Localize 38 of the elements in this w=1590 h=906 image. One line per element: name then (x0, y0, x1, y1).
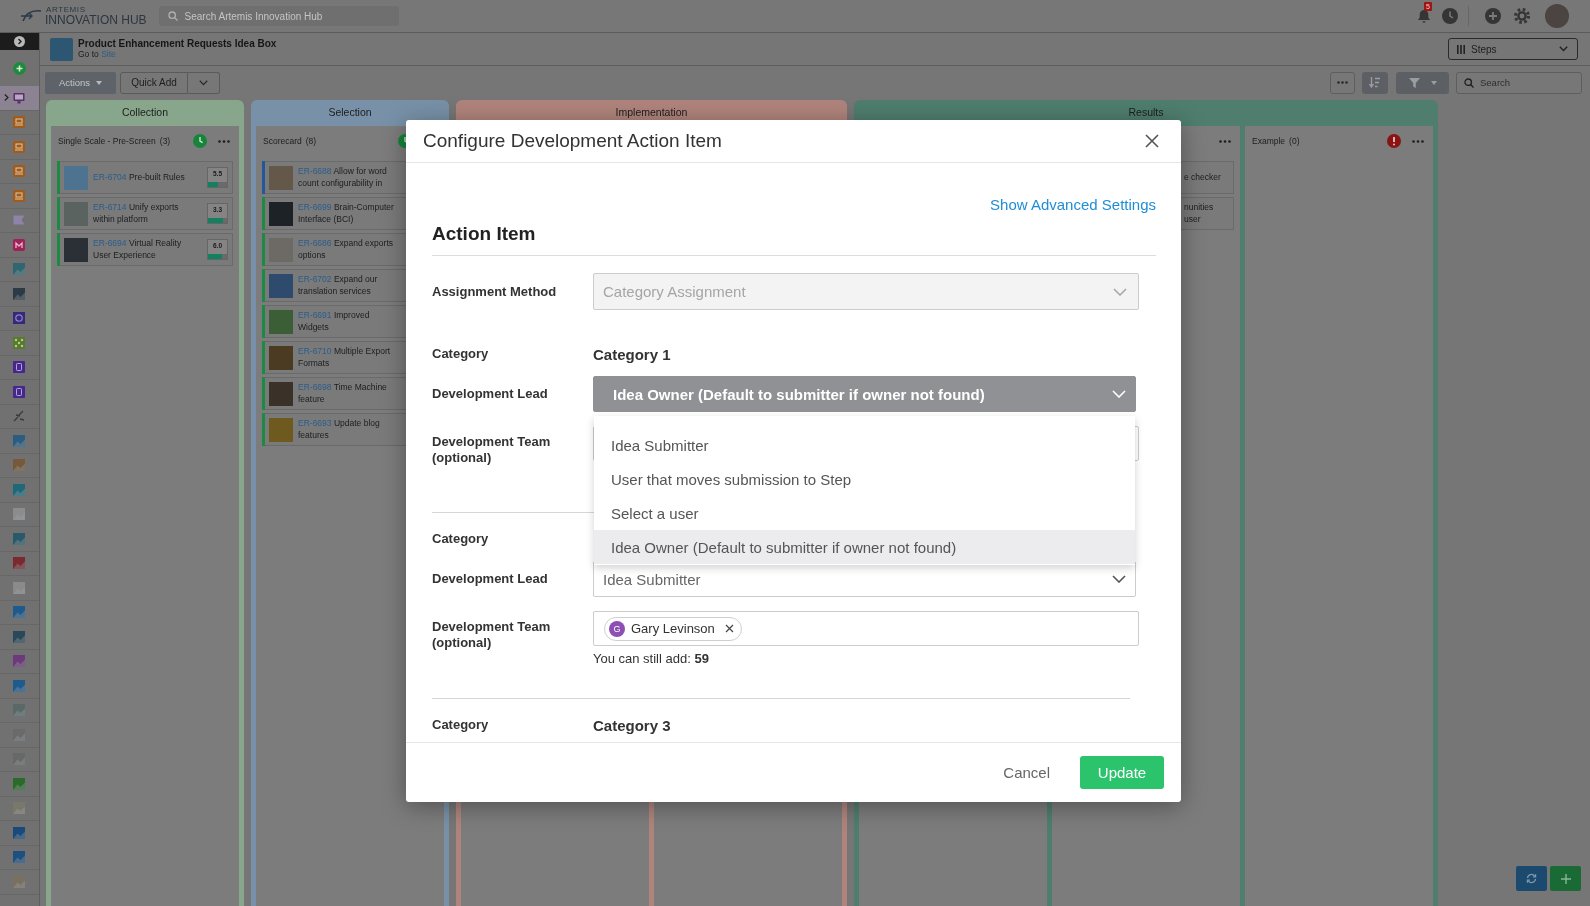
section-title: Action Item (432, 223, 1156, 256)
idea-title: ER-6694 Virtual Reality User Experience (93, 237, 183, 262)
idea-title: ER-6699 Brain-Computer Interface (BCI) (298, 201, 395, 226)
list-count: (3) (159, 136, 171, 146)
idea-title: ER-6691 Improved Widgets (298, 309, 371, 334)
list-title: Single Scale - Pre-Screen (58, 136, 156, 146)
field-label: Category (432, 717, 490, 733)
go-to-text: Go to Site (78, 49, 117, 60)
field-label: Development Lead (432, 571, 549, 587)
idea-title: ER-6704 Pre-built Rules (93, 171, 186, 184)
field-label: Category (432, 531, 490, 547)
idea-title: ER-6702 Expand our translation services (298, 273, 379, 298)
idea-title: e checker (1184, 171, 1221, 184)
dialog-title: Configure Development Action Item (423, 130, 723, 152)
member-avatar: G (609, 620, 625, 637)
stage-title: Collection (121, 106, 169, 118)
project-title: Product Enhancement Requests Idea Box (78, 38, 277, 50)
list-title: Example (1252, 136, 1286, 146)
stage-title: Selection (328, 106, 372, 118)
idea-title: ER-6698 Time Machine feature (298, 381, 388, 406)
idea-title: ER-6693 Update blog features (298, 417, 381, 442)
stage-title: Results (1128, 106, 1164, 118)
idea-title: ER-6688 Allow for word count configurability in (298, 165, 388, 190)
logo-text: ARTEMIS (46, 6, 87, 14)
member-name: Gary Levinson (631, 621, 715, 636)
idea-title: ER-6686 Expand exports options (298, 237, 394, 262)
list-title: Scorecard (263, 136, 302, 146)
category-name: Category 1 (593, 345, 672, 363)
list-count: (0) (1289, 136, 1300, 146)
list-count: (8) (305, 136, 317, 146)
idea-title: ER-6710 Multiple Export Formats (298, 345, 392, 370)
stage-title: Implementation (615, 106, 688, 118)
idea-title: nunities user (1184, 201, 1215, 226)
category-name: Category 3 (593, 716, 672, 734)
idea-title: ER-6714 Unify exports within platform (93, 201, 180, 226)
field-label: Development Team (optional) (432, 619, 552, 651)
remaining-note: You can still add: 59 (593, 651, 710, 667)
logo-text: INNOVATION HUB (45, 14, 147, 26)
